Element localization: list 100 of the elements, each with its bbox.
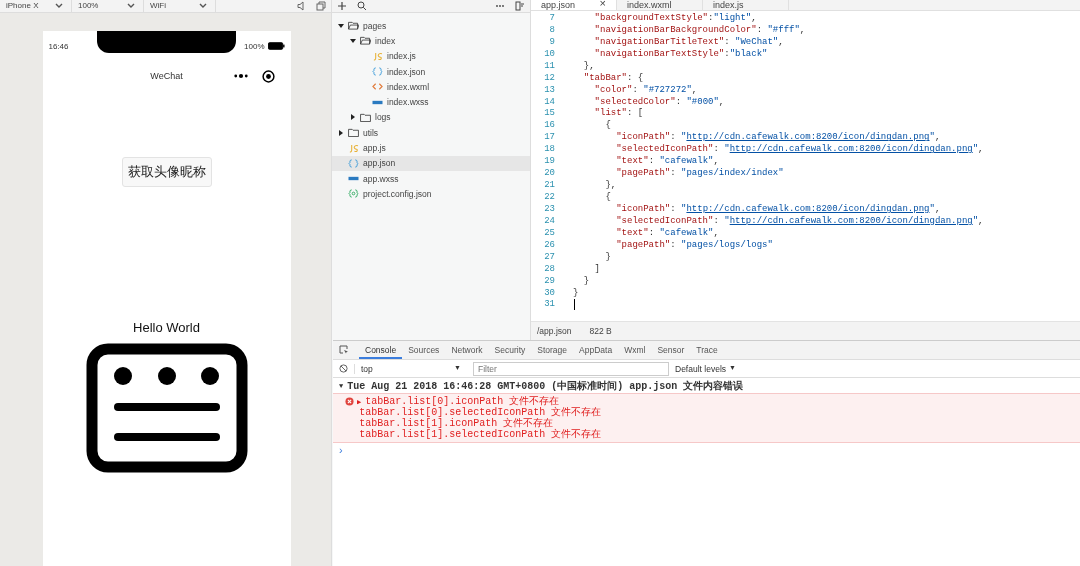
- line-number: 9: [548, 36, 555, 47]
- add-icon[interactable]: [337, 1, 347, 11]
- error-line: tabBar.list[1].iconPath 文件不存在: [359, 418, 555, 429]
- caret-icon[interactable]: [338, 129, 344, 136]
- caret-icon[interactable]: [127, 3, 135, 9]
- log-group-title: Tue Aug 21 2018 16:46:28 GMT+0800 (中国标准时间) app.json 文件内容错误: [347, 379, 744, 393]
- file-tree-item[interactable]: index.js: [332, 48, 530, 64]
- devtools-tab[interactable]: Network: [445, 341, 489, 359]
- devtools-tab[interactable]: Sources: [402, 341, 446, 359]
- line-number: 14: [543, 96, 555, 107]
- code-line: "navigationBarBackgroundColor": "#fff",: [593, 24, 806, 35]
- file-type-icon: [372, 67, 383, 77]
- file-tree-item[interactable]: utils: [332, 125, 530, 141]
- line-number: 7: [548, 12, 555, 23]
- code-line: }: [604, 251, 611, 262]
- file-type-icon: [348, 158, 359, 168]
- code-line: "selectedColor": "#000",: [593, 96, 725, 107]
- code-line: "navigationBarTitleText": "WeChat",: [593, 36, 784, 47]
- code-line: "text": "cafewalk",: [615, 156, 719, 167]
- devtools-tab[interactable]: Console: [359, 341, 403, 359]
- network-select[interactable]: WiFi: [144, 0, 216, 12]
- zoom-select[interactable]: 100%: [72, 0, 144, 12]
- line-number: 22: [543, 192, 555, 203]
- devtools-tab[interactable]: Wxml: [618, 341, 652, 359]
- dots-lines-box-icon: [85, 343, 248, 473]
- line-number: 10: [543, 48, 555, 59]
- devtools-tab[interactable]: Trace: [690, 341, 724, 359]
- devtools-tab[interactable]: Security: [488, 341, 532, 359]
- file-tree-item[interactable]: app.json: [332, 155, 530, 171]
- editor-tab[interactable]: app.json ×: [531, 0, 617, 10]
- file-tree-item[interactable]: pages: [332, 18, 530, 34]
- line-number: 25: [543, 227, 555, 238]
- caret-icon[interactable]: [199, 3, 207, 9]
- panel-toggle-icon[interactable]: [515, 1, 525, 11]
- line-number: 24: [543, 215, 555, 226]
- line-number: 28: [543, 263, 555, 274]
- folder-icon: [348, 128, 359, 138]
- file-tree-item[interactable]: project.config.json: [332, 186, 530, 202]
- status-time: 16:46: [48, 41, 69, 51]
- code-line: {: [604, 192, 611, 203]
- window-icon[interactable]: [316, 1, 326, 11]
- file-tree-item[interactable]: app.wxss: [332, 170, 530, 187]
- devtools-tab[interactable]: AppData: [573, 341, 619, 359]
- code-line: "color": "#727272",: [593, 84, 698, 95]
- inspect-icon[interactable]: [339, 345, 349, 355]
- code-line: }: [582, 275, 590, 286]
- battery-level: 100%: [244, 41, 265, 51]
- code-line: },: [582, 60, 595, 71]
- line-number: 17: [543, 132, 555, 143]
- file-tree-item[interactable]: index: [332, 33, 530, 49]
- caret-icon[interactable]: [338, 22, 344, 29]
- search-icon[interactable]: [357, 1, 367, 11]
- folder-icon: [360, 112, 371, 122]
- code-line: "list": [: [593, 108, 644, 119]
- line-number: 19: [543, 156, 555, 167]
- devtools-tab[interactable]: Storage: [531, 341, 574, 359]
- file-tree-item[interactable]: index.json: [332, 63, 530, 80]
- code-line: },: [604, 180, 617, 191]
- code-line: "navigationBarTextStyle":"black": [593, 48, 768, 59]
- line-number: 8: [548, 24, 555, 35]
- line-number: 13: [543, 84, 555, 95]
- code-line: "pagePath": "pages/index/index": [615, 168, 784, 179]
- caret-icon[interactable]: [350, 114, 356, 121]
- file-size: 822 B: [589, 326, 612, 336]
- error-line: tabBar.list[0].iconPath 文件不存在: [365, 396, 560, 407]
- code-line: "tabBar": {: [582, 72, 644, 83]
- error-icon: [345, 397, 354, 406]
- speaker-icon[interactable]: [296, 1, 306, 11]
- code-line: }: [573, 287, 579, 298]
- line-number: 18: [543, 144, 555, 155]
- nav-title: WeChat: [150, 71, 183, 81]
- get-profile-button[interactable]: 获取头像昵称: [121, 157, 212, 187]
- line-number: 29: [543, 275, 555, 286]
- file-type-icon: [372, 51, 383, 61]
- code-line: {: [604, 120, 611, 131]
- file-tree-item[interactable]: logs: [332, 109, 530, 126]
- close-target-icon[interactable]: [261, 69, 275, 83]
- caret-icon[interactable]: [350, 37, 356, 44]
- file-tree-item[interactable]: app.js: [332, 140, 530, 156]
- editor-tab[interactable]: index.js: [703, 0, 789, 10]
- device-select[interactable]: iPhone X: [0, 0, 72, 12]
- file-path: /app.json: [537, 326, 572, 336]
- line-number: 31: [543, 299, 555, 310]
- more-icon[interactable]: [233, 73, 248, 79]
- code-line: "selectedIconPath": "http://cdn.cafewalk.com:8200/icon/dingdan.png",: [615, 144, 984, 155]
- file-tree-item[interactable]: index.wxss: [332, 94, 530, 110]
- caret-icon[interactable]: [55, 3, 63, 9]
- battery-icon: [267, 42, 285, 50]
- clear-console-icon[interactable]: [339, 364, 348, 373]
- file-type-icon: [348, 143, 359, 153]
- editor-tab[interactable]: index.wxml: [617, 0, 703, 10]
- line-number: 27: [543, 251, 555, 262]
- filter-input[interactable]: Filter: [473, 361, 669, 376]
- code-line: ]: [593, 263, 600, 274]
- file-tree-item[interactable]: index.wxml: [332, 79, 530, 95]
- devtools-tab[interactable]: Sensor: [651, 341, 691, 359]
- code-line: "selectedIconPath": "http://cdn.cafewalk.com:8200/icon/dingdan.png",: [615, 215, 984, 226]
- line-number: 20: [543, 168, 555, 179]
- line-number: 30: [543, 287, 555, 298]
- code-line: "text": "cafewalk",: [615, 227, 719, 238]
